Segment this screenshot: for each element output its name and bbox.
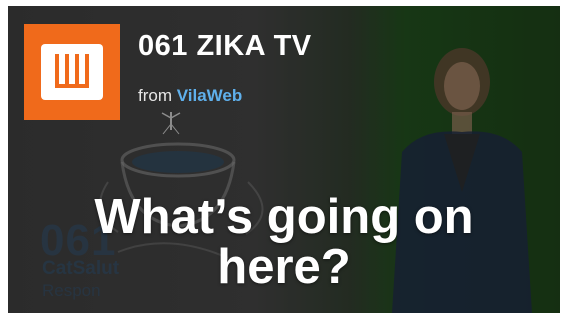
channel-logo-icon[interactable]: [24, 24, 120, 120]
headline-line-2: here?: [217, 240, 351, 294]
from-channel-link[interactable]: VilaWeb: [177, 86, 243, 105]
logo-glyph-icon: [55, 54, 89, 88]
from-line: from VilaWeb: [138, 86, 242, 106]
logo-inner-mark: [41, 44, 103, 100]
from-prefix: from: [138, 86, 172, 105]
headline: What’s going on here?: [0, 192, 568, 292]
channel-title[interactable]: 061 ZIKA TV: [138, 30, 312, 63]
headline-line-1: What’s going on: [94, 190, 474, 244]
video-card[interactable]: 061 CatSalut Respon 061 ZIKA TV from Vil…: [0, 0, 568, 319]
